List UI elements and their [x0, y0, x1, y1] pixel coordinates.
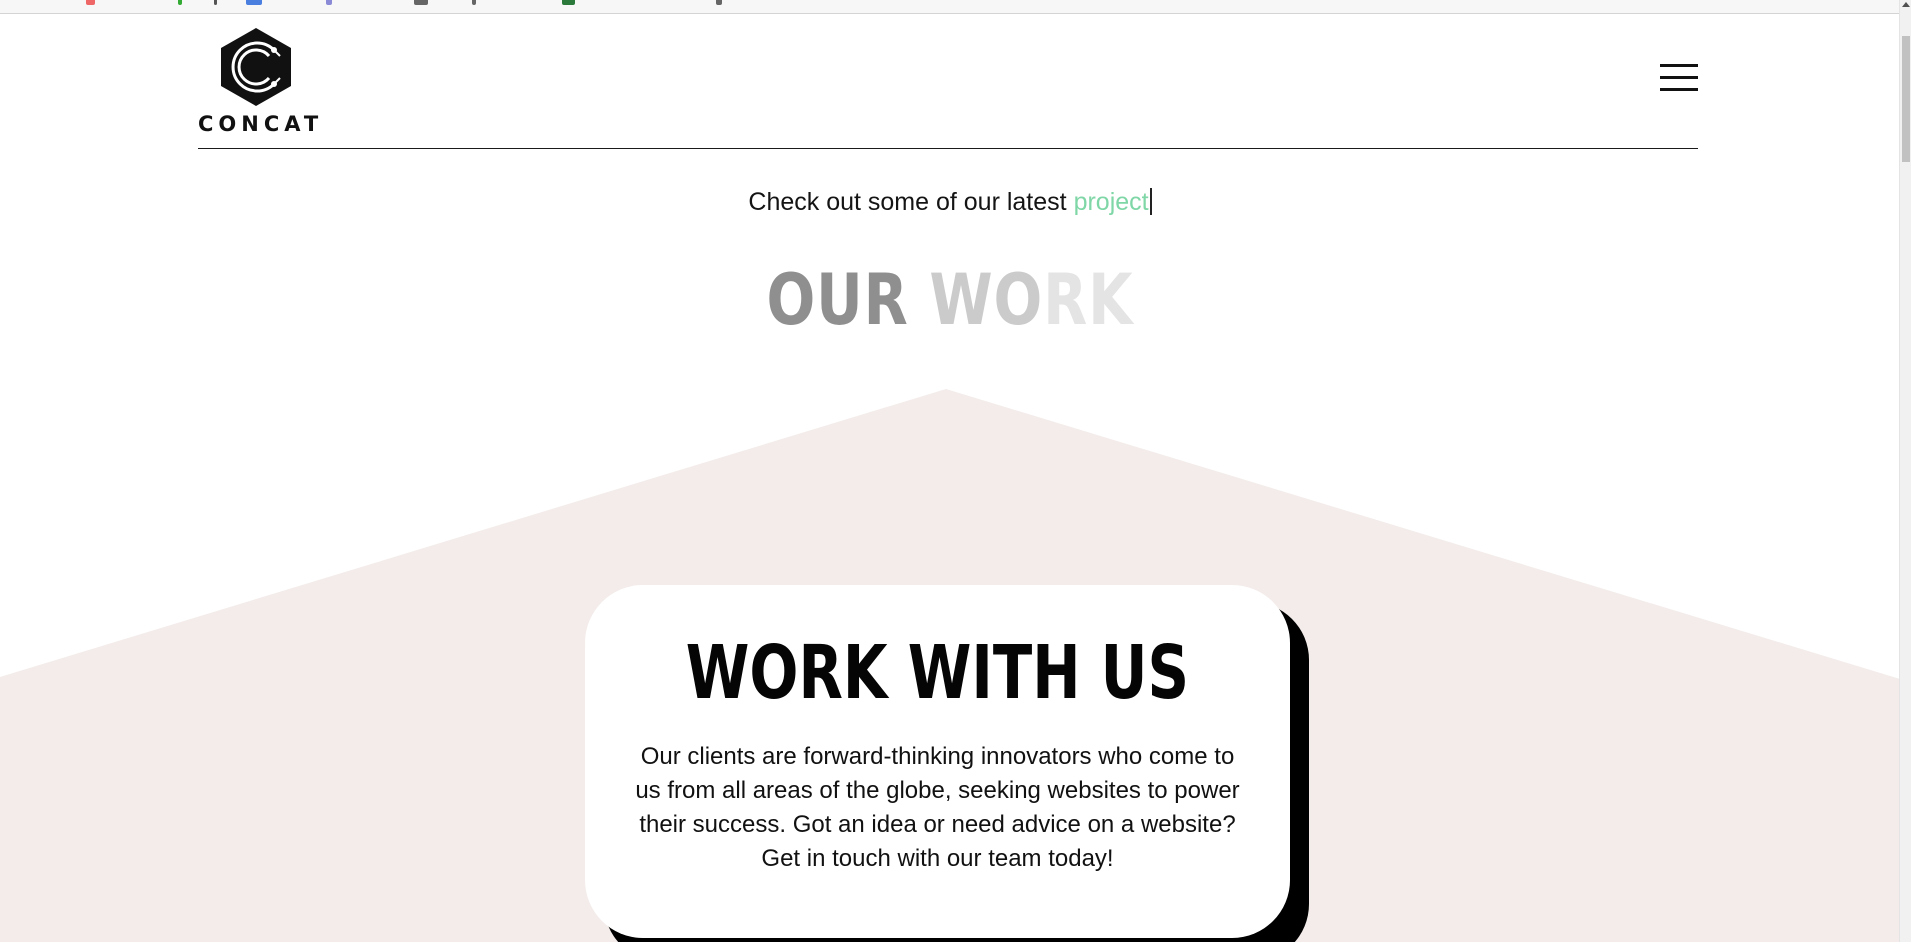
bookmark-favicon[interactable] [472, 0, 476, 5]
bookmark-favicon[interactable] [716, 0, 722, 5]
section-heading-our-work: OUR WORK [171, 258, 1729, 342]
brand-name: CONCAT [198, 112, 324, 136]
typing-cursor [1149, 188, 1152, 215]
intro-text: Check out some of our latest [748, 188, 1074, 216]
heading-part-1: OUR [766, 259, 930, 341]
scroll-thumb[interactable] [1902, 36, 1910, 162]
site-header: CONCAT [198, 14, 1698, 149]
intro-highlight-word: project [1073, 188, 1149, 216]
bookmark-favicon[interactable] [86, 0, 95, 5]
page-scrollbar[interactable] [1899, 0, 1911, 942]
card-body-text: Our clients are forward-thinking innovat… [635, 743, 1240, 872]
heading-part-2: WO [929, 259, 1044, 341]
brand-logo[interactable]: CONCAT [198, 26, 328, 136]
card-title: WORK WITH US [685, 630, 1190, 716]
bookmark-favicon[interactable] [562, 0, 575, 5]
hexagon-c-logo-icon [221, 28, 291, 106]
bookmark-favicon[interactable] [214, 0, 217, 5]
bookmark-favicon[interactable] [414, 0, 428, 5]
bookmark-favicon[interactable] [246, 0, 262, 5]
bookmark-favicon[interactable] [178, 0, 182, 5]
page: CONCAT Check out some of our latest proj… [0, 0, 1911, 942]
bookmarks-bar [0, 0, 1900, 14]
intro-typed-line: Check out some of our latest project [0, 188, 1900, 217]
scroll-up-arrow-icon[interactable] [1902, 2, 1910, 7]
heading-part-3: RK [1043, 259, 1134, 341]
hamburger-menu-icon[interactable] [1660, 64, 1698, 94]
work-with-us-card[interactable]: WORK WITH US Our clients are forward-thi… [585, 585, 1290, 938]
bookmark-favicon[interactable] [326, 0, 332, 5]
